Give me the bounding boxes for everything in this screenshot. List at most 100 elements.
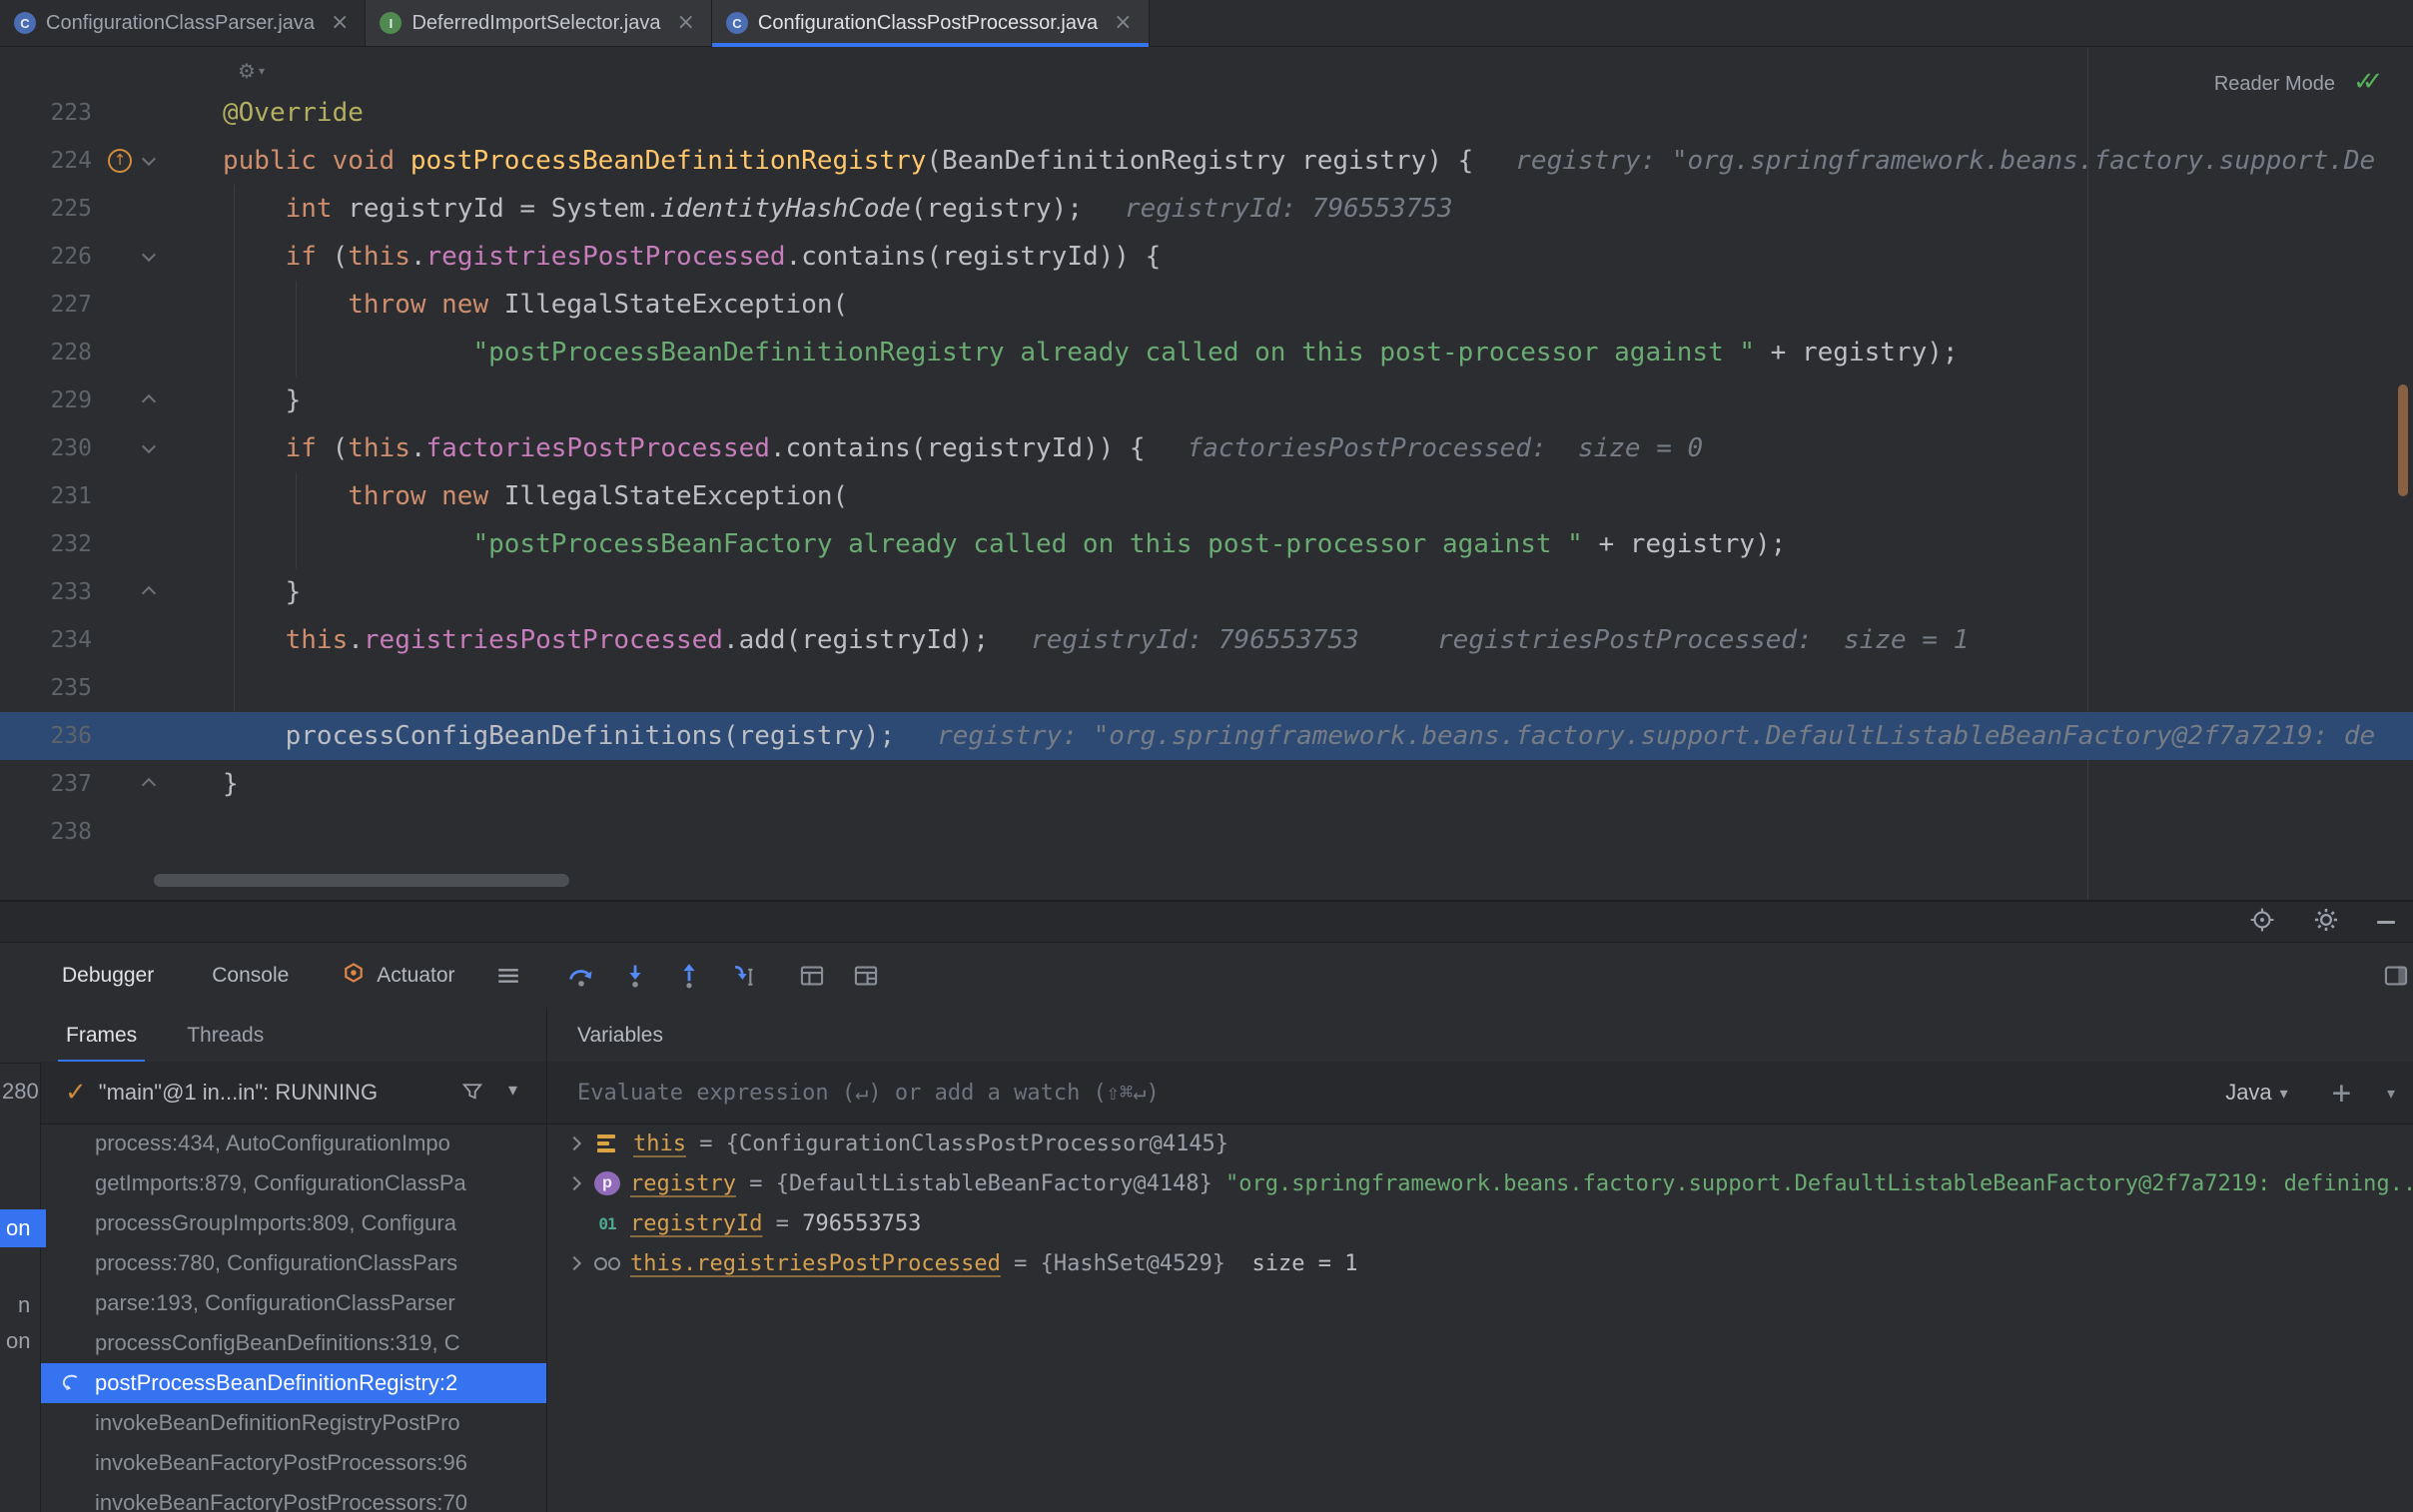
line-number[interactable]: 231 [0, 483, 92, 509]
code-line[interactable]: 238 [0, 808, 2413, 856]
stack-frame-row[interactable]: process:780, ConfigurationClassPars [41, 1243, 546, 1283]
line-number[interactable]: 230 [0, 435, 92, 461]
class-file-icon: C [14, 12, 36, 34]
code-line[interactable]: 223@Override [0, 89, 2413, 137]
add-watch-button[interactable]: + [2332, 1077, 2351, 1109]
stack-frame-row[interactable]: processGroupImports:809, Configura [41, 1203, 546, 1243]
tab-close-icon[interactable]: × [676, 12, 694, 34]
tab-actuator[interactable]: Actuator [343, 962, 454, 990]
tab-frames[interactable]: Frames [66, 1009, 137, 1063]
tab-threads[interactable]: Threads [187, 1024, 264, 1048]
code-line[interactable]: 234 this.registriesPostProcessed.add(reg… [0, 616, 2413, 664]
line-number[interactable]: 224 [0, 148, 92, 174]
stack-frame-row[interactable]: getImports:879, ConfigurationClassPa [41, 1163, 546, 1203]
line-number[interactable]: 236 [0, 723, 92, 749]
gutter-markers [92, 520, 223, 568]
gutter-markers [92, 233, 223, 281]
stack-frame-row[interactable]: processConfigBeanDefinitions:319, C [41, 1323, 546, 1363]
variable-row[interactable]: 01registryId = 796553753 [547, 1203, 2413, 1243]
line-number[interactable]: 229 [0, 387, 92, 413]
code-line[interactable]: 225 int registryId = System.identityHash… [0, 185, 2413, 233]
code-line[interactable]: 233 } [0, 568, 2413, 616]
gutter-markers [92, 760, 223, 808]
step-over-button[interactable] [567, 962, 595, 990]
gutter-markers [92, 712, 223, 760]
code-line[interactable]: 237} [0, 760, 2413, 808]
code-token [223, 529, 472, 559]
line-number[interactable]: 226 [0, 244, 92, 270]
code-editor[interactable]: 223@Override224↑public void postProcessB… [0, 47, 2413, 900]
stack-frame-row[interactable]: postProcessBeanDefinitionRegistry:2 [41, 1363, 546, 1403]
line-number[interactable]: 233 [0, 579, 92, 605]
stack-frame-row[interactable]: process:434, AutoConfigurationImpo [41, 1124, 546, 1163]
code-line[interactable]: 236 processConfigBeanDefinitions(registr… [0, 712, 2413, 760]
fold-close-icon[interactable] [142, 776, 156, 790]
code-line[interactable]: 226 if (this.registriesPostProcessed.con… [0, 233, 2413, 281]
code-line[interactable]: 224↑public void postProcessBeanDefinitio… [0, 137, 2413, 185]
variable-row[interactable]: this = {ConfigurationClassPostProcessor@… [547, 1124, 2413, 1163]
code-line[interactable]: 230 if (this.factoriesPostProcessed.cont… [0, 424, 2413, 472]
editor-tab[interactable]: IDeferredImportSelector.java× [366, 0, 711, 46]
code-token: .add(registryId); [723, 625, 989, 655]
code-line[interactable]: 235 [0, 664, 2413, 712]
tab-debugger[interactable]: Debugger [62, 964, 154, 988]
frame-label: postProcessBeanDefinitionRegistry:2 [95, 1370, 457, 1396]
line-number[interactable]: 235 [0, 675, 92, 701]
target-icon[interactable] [2249, 907, 2275, 938]
inline-debug-hint: factoriesPostProcessed: size = 0 [1188, 433, 1704, 463]
variable-row[interactable]: this.registriesPostProcessed = {HashSet@… [547, 1243, 2413, 1283]
step-out-button[interactable] [675, 962, 703, 990]
stack-frame-row[interactable]: parse:193, ConfigurationClassParser [41, 1283, 546, 1323]
code-token: this [348, 242, 410, 272]
hide-toolwindow-icon[interactable] [2377, 921, 2395, 924]
fold-open-icon[interactable] [142, 249, 156, 263]
window-layout-icon[interactable] [2383, 963, 2409, 989]
code-line[interactable]: 232 "postProcessBeanFactory already call… [0, 520, 2413, 568]
step-into-button[interactable] [621, 962, 649, 990]
expand-chevron-icon[interactable] [566, 1175, 582, 1191]
line-number[interactable]: 227 [0, 292, 92, 318]
language-selector[interactable]: Java ▾ [2225, 1080, 2288, 1106]
menu-icon[interactable] [495, 963, 521, 989]
horizontal-scrollbar[interactable] [154, 874, 569, 887]
fold-open-icon[interactable] [142, 440, 156, 454]
layout-table-icon[interactable] [853, 963, 879, 989]
tab-close-icon[interactable]: × [1114, 12, 1132, 34]
code-line[interactable]: 229 } [0, 377, 2413, 424]
variable-row[interactable]: pregistry = {DefaultListableBeanFactory@… [547, 1163, 2413, 1203]
line-number[interactable]: 225 [0, 196, 92, 222]
expand-chevron-icon[interactable] [566, 1135, 582, 1151]
override-method-icon[interactable]: ↑ [108, 149, 132, 173]
line-number[interactable]: 237 [0, 771, 92, 797]
fold-close-icon[interactable] [142, 584, 156, 598]
tab-close-icon[interactable]: × [331, 12, 349, 34]
line-number[interactable]: 223 [0, 100, 92, 126]
code-line[interactable]: 231 throw new IllegalStateException( [0, 472, 2413, 520]
gear-icon[interactable] [2313, 907, 2339, 938]
fold-open-icon[interactable] [142, 153, 156, 167]
stack-frame-row[interactable]: invokeBeanFactoryPostProcessors:70 [41, 1483, 546, 1512]
line-number[interactable]: 232 [0, 531, 92, 557]
filter-icon[interactable] [460, 1080, 484, 1110]
chevron-down-icon[interactable]: ▾ [508, 1080, 517, 1101]
editor-tab[interactable]: CConfigurationClassPostProcessor.java× [712, 0, 1150, 46]
line-number[interactable]: 234 [0, 627, 92, 653]
line-number[interactable]: 228 [0, 340, 92, 366]
stack-frame-row[interactable]: invokeBeanFactoryPostProcessors:96 [41, 1443, 546, 1483]
tab-console[interactable]: Console [212, 964, 289, 988]
debug-toolwindow-header [0, 902, 2413, 943]
fold-close-icon[interactable] [142, 392, 156, 406]
expand-chevron-icon[interactable] [566, 1255, 582, 1271]
run-to-cursor-button[interactable] [729, 962, 757, 990]
editor-tab[interactable]: CConfigurationClassParser.java× [0, 0, 366, 46]
line-number[interactable]: 238 [0, 819, 92, 845]
evaluate-expression-bar[interactable]: Evaluate expression (↵) or add a watch (… [547, 1062, 2413, 1125]
view-breakpoints-icon[interactable] [799, 963, 825, 989]
thread-selector[interactable]: ✓ "main"@1 in...in": RUNNING ▾ [41, 1062, 546, 1125]
watches-menu-icon[interactable]: ▾ [2387, 1084, 2395, 1103]
frame-label: process:780, ConfigurationClassPars [95, 1250, 457, 1276]
code-line[interactable]: 227 throw new IllegalStateException( [0, 281, 2413, 329]
scroll-stripe-marker[interactable] [2398, 384, 2408, 496]
stack-frame-row[interactable]: invokeBeanDefinitionRegistryPostPro [41, 1403, 546, 1443]
code-line[interactable]: 228 "postProcessBeanDefinitionRegistry a… [0, 329, 2413, 377]
